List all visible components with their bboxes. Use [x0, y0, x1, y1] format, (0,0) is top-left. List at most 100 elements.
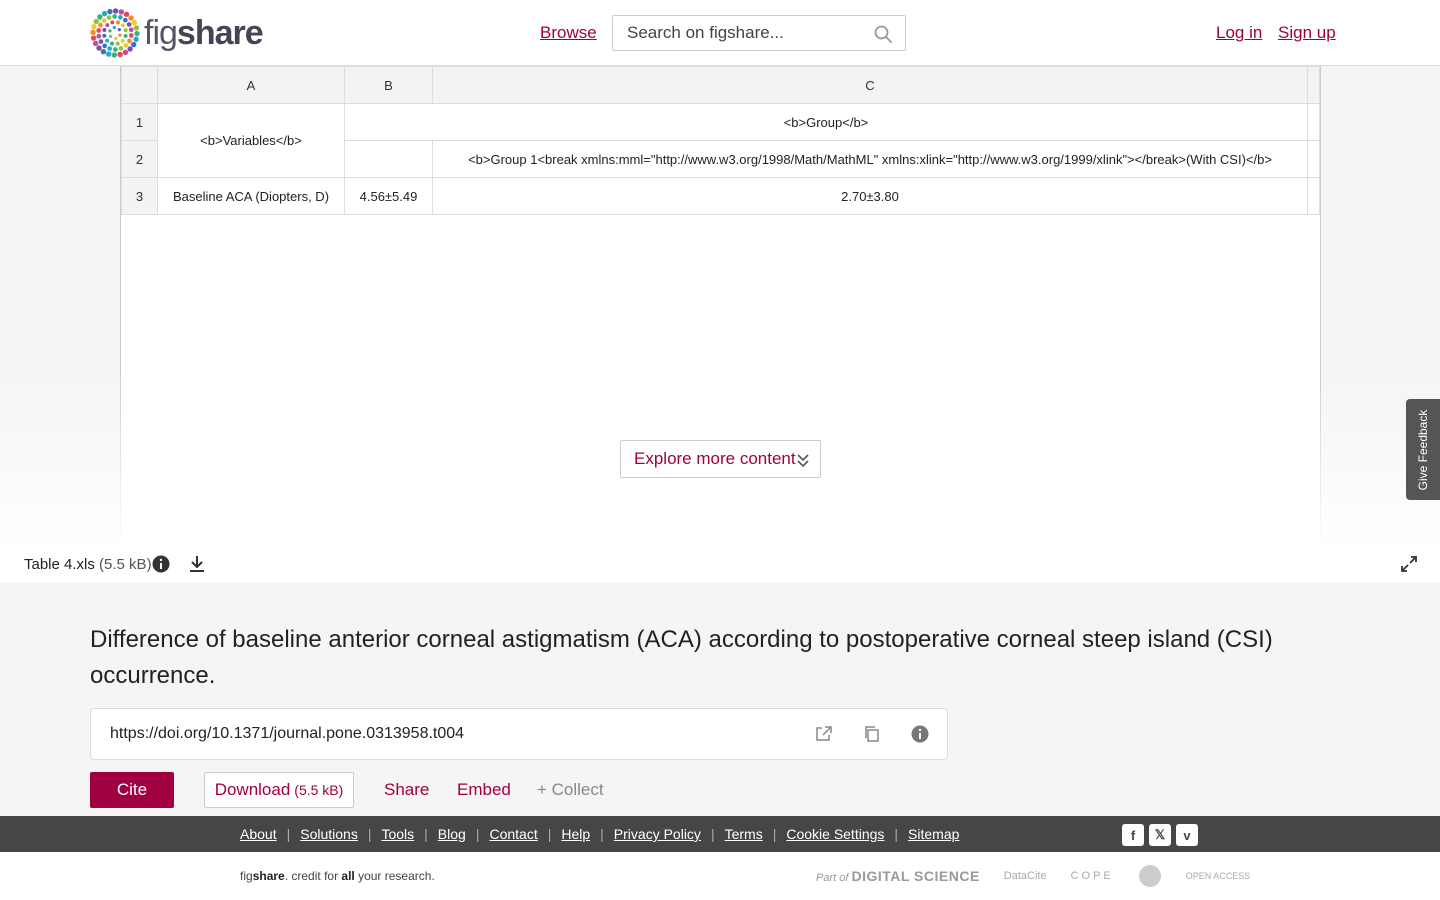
cell-spacer	[1307, 140, 1320, 178]
explore-more-button[interactable]: Explore more content	[620, 440, 821, 478]
logo-dot	[96, 28, 102, 33]
footer-link-sitemap[interactable]: Sitemap	[908, 826, 959, 842]
footer-link-solutions[interactable]: Solutions	[300, 826, 358, 842]
cell-b3[interactable]: 4.56±5.49	[344, 177, 433, 215]
logo-dot	[134, 30, 140, 37]
doi-link[interactable]: https://doi.org/10.1371/journal.pone.031…	[110, 725, 464, 743]
cell-baseline[interactable]: Baseline ACA (Diopters, D)	[157, 177, 345, 215]
separator: |	[894, 826, 899, 842]
logo-dot	[114, 36, 118, 41]
download-button[interactable]: Download (5.5 kB)	[204, 772, 354, 808]
search-input[interactable]	[613, 16, 863, 50]
separator: |	[600, 826, 604, 842]
partner-logos: Part of DIGITAL SCIENCE DataCite COPE OP…	[816, 864, 1250, 888]
logo-dot	[123, 11, 130, 17]
cell-c3[interactable]: 2.70±3.80	[432, 177, 1308, 215]
cell-b2[interactable]	[344, 140, 433, 178]
doi-info-icon[interactable]	[911, 725, 929, 743]
file-size: (5.5 kB)	[99, 556, 152, 573]
external-link-icon[interactable]	[815, 725, 833, 743]
logo-dot	[112, 8, 119, 14]
separator: |	[547, 826, 552, 842]
cope-logo[interactable]: COPE	[1071, 870, 1114, 882]
logo-dot	[116, 20, 121, 25]
download-icon[interactable]	[188, 554, 206, 574]
logo-dot	[107, 8, 113, 15]
logo-dot	[92, 40, 99, 47]
footer-link-terms[interactable]: Terms	[725, 826, 763, 842]
tagline-fig: fig	[240, 869, 253, 883]
footer-bottom: figshare. credit for all your research. …	[0, 852, 1440, 900]
cell-spacer	[1307, 177, 1320, 215]
separator: |	[367, 826, 372, 842]
logo-dot	[91, 23, 97, 30]
item-actions: Cite Download (5.5 kB) Share Embed + Coll…	[90, 772, 790, 808]
copy-icon[interactable]	[863, 725, 881, 743]
logo-dot	[127, 38, 132, 44]
logo-dot	[100, 49, 107, 55]
doi-box: https://doi.org/10.1371/journal.pone.031…	[90, 708, 948, 760]
logo-dot	[105, 23, 110, 28]
cell-spacer	[1307, 103, 1320, 141]
site-header: figshare Browse Log in Sign up	[0, 0, 1440, 66]
cell-variables[interactable]: <b>Variables</b>	[157, 103, 345, 178]
embed-button[interactable]: Embed	[457, 780, 511, 800]
logo-dot	[109, 41, 114, 46]
give-feedback-tab[interactable]: Give Feedback	[1406, 399, 1440, 500]
browse-link[interactable]: Browse	[540, 23, 597, 43]
logo-dot	[101, 18, 107, 23]
logo-dot	[128, 15, 134, 21]
search-box	[612, 15, 906, 51]
fullscreen-icon[interactable]	[1400, 555, 1418, 573]
separator: |	[286, 826, 291, 842]
footer-link-privacy[interactable]: Privacy Policy	[614, 826, 701, 842]
file-name-text: Table 4.xls	[24, 556, 95, 573]
tagline-end: your research.	[354, 869, 435, 883]
logo-dot	[108, 29, 112, 33]
figshare-logo-icon	[90, 8, 140, 58]
cite-button[interactable]: Cite	[90, 772, 174, 808]
facebook-icon[interactable]: f	[1122, 824, 1144, 846]
footer-tagline: figshare. credit for all your research.	[240, 869, 435, 883]
logo-dot	[113, 47, 118, 52]
spreadsheet-grid: A B C 1 <b>Variables</b> <b>Group</b> 2 …	[121, 66, 1320, 215]
logo-dot	[102, 27, 107, 32]
login-link[interactable]: Log in	[1216, 23, 1262, 43]
share-button[interactable]: Share	[384, 780, 429, 800]
row-number: 1	[121, 103, 158, 141]
cell-group1[interactable]: <b>Group 1<break xmlns:mml="http://www.w…	[432, 140, 1308, 178]
digital-science-logo[interactable]: Part of DIGITAL SCIENCE	[816, 868, 980, 884]
datacite-logo[interactable]: DataCite	[1004, 870, 1047, 882]
logo-dot	[101, 10, 108, 17]
table-row: 3 Baseline ACA (Diopters, D) 4.56±5.49 2…	[121, 177, 1320, 215]
collect-button[interactable]: + Collect	[537, 780, 604, 800]
column-header-spacer	[1307, 66, 1320, 104]
logo-dot	[128, 27, 134, 33]
footer-link-tools[interactable]: Tools	[381, 826, 414, 842]
corner-cell	[121, 66, 158, 104]
logo-dot	[123, 28, 128, 33]
cell-group[interactable]: <b>Group</b>	[344, 103, 1308, 141]
signup-link[interactable]: Sign up	[1278, 23, 1336, 43]
logo-dot	[128, 33, 134, 38]
logo-dot	[93, 18, 99, 25]
table-row: 1 <b>Variables</b> <b>Group</b>	[121, 103, 1320, 178]
x-twitter-icon[interactable]: 𝕏	[1149, 824, 1171, 846]
footer-nav: About | Solutions | Tools | Blog | Contact | …	[0, 816, 1440, 852]
file-toolbar: Table 4.xls (5.5 kB)	[0, 550, 1440, 582]
search-icon[interactable]	[873, 24, 893, 44]
social-links: f 𝕏 v	[1122, 824, 1198, 846]
info-icon[interactable]	[152, 555, 170, 573]
footer-link-about[interactable]: About	[240, 826, 277, 842]
logo-dot	[98, 39, 104, 44]
footer-link-cookie-settings[interactable]: Cookie Settings	[786, 826, 884, 842]
vimeo-icon[interactable]: v	[1176, 824, 1198, 846]
figshare-logo[interactable]: figshare	[90, 8, 264, 58]
footer-link-blog[interactable]: Blog	[438, 826, 466, 842]
logo-dot	[96, 33, 102, 39]
footer-link-help[interactable]: Help	[561, 826, 590, 842]
logo-dot	[123, 43, 129, 48]
open-access-logo[interactable]: OPEN ACCESS	[1186, 871, 1251, 881]
footer-link-contact[interactable]: Contact	[489, 826, 537, 842]
seal-logo-icon[interactable]	[1138, 864, 1162, 888]
